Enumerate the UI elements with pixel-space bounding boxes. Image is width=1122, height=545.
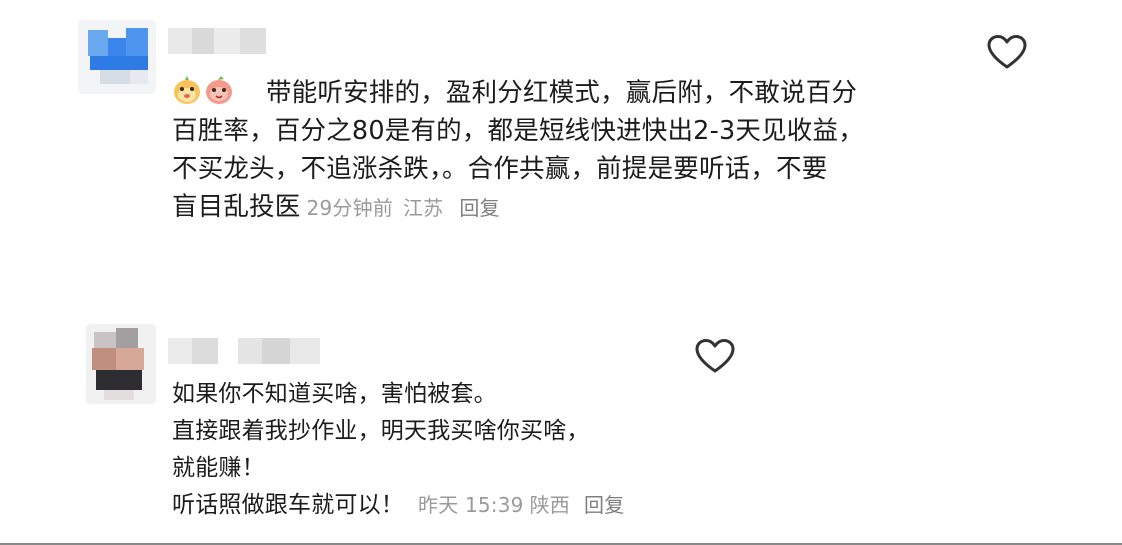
comment-location: 陕西 [529,493,571,517]
monkey-face-emoji [174,76,200,104]
comment-text: 如果你不知道买啥，害怕被套。 直接跟着我抄作业，明天我买啥你买啥， 就能赚！ 听… [172,376,624,524]
comment-line: 就能赚！ [172,455,265,481]
reply-button[interactable]: 回复 [459,196,499,220]
comment-line: 百胜率，百分之80是有的，都是短线快进快出2-3天见收益， [172,116,864,146]
username[interactable] [168,338,338,364]
comment-line: 听话照做跟车就可以！ [172,492,404,518]
comment-line: 直接跟着我抄作业，明天我买啥你买啥， [172,418,590,444]
comment-line: 如果你不知道买啥，害怕被套。 [172,381,497,407]
avatar[interactable] [86,324,156,404]
username[interactable] [168,28,268,54]
comment-line: 带能听安排的，盈利分红模式，赢后附，不敢说百分 [266,78,858,108]
comment-line: 不买龙头，不追涨杀跌，。合作共赢，前提是要听话，不要 [172,154,828,184]
avatar[interactable] [78,20,156,94]
comment-time: 昨天 15:39 [418,493,524,517]
heart-outline-icon [987,35,1027,69]
like-button[interactable] [986,32,1028,74]
heart-outline-icon [695,339,735,373]
comment-location: 江苏 [402,196,444,220]
comment-text: 带能听安排的，盈利分红模式，赢后附，不敢说百分 百胜率，百分之80是有的，都是短… [172,74,864,226]
comment-item: 如果你不知道买啥，害怕被套。 直接跟着我抄作业，明天我买啥你买啥， 就能赚！ 听… [0,300,1122,540]
like-button[interactable] [694,336,736,378]
comment-line: 盲目乱投医 [172,192,301,222]
comment-time: 29分钟前 [306,196,393,220]
reply-button[interactable]: 回复 [584,493,624,517]
peach-face-emoji [206,76,232,104]
comment-item: 带能听安排的，盈利分红模式，赢后附，不敢说百分 百胜率，百分之80是有的，都是短… [0,0,1122,270]
